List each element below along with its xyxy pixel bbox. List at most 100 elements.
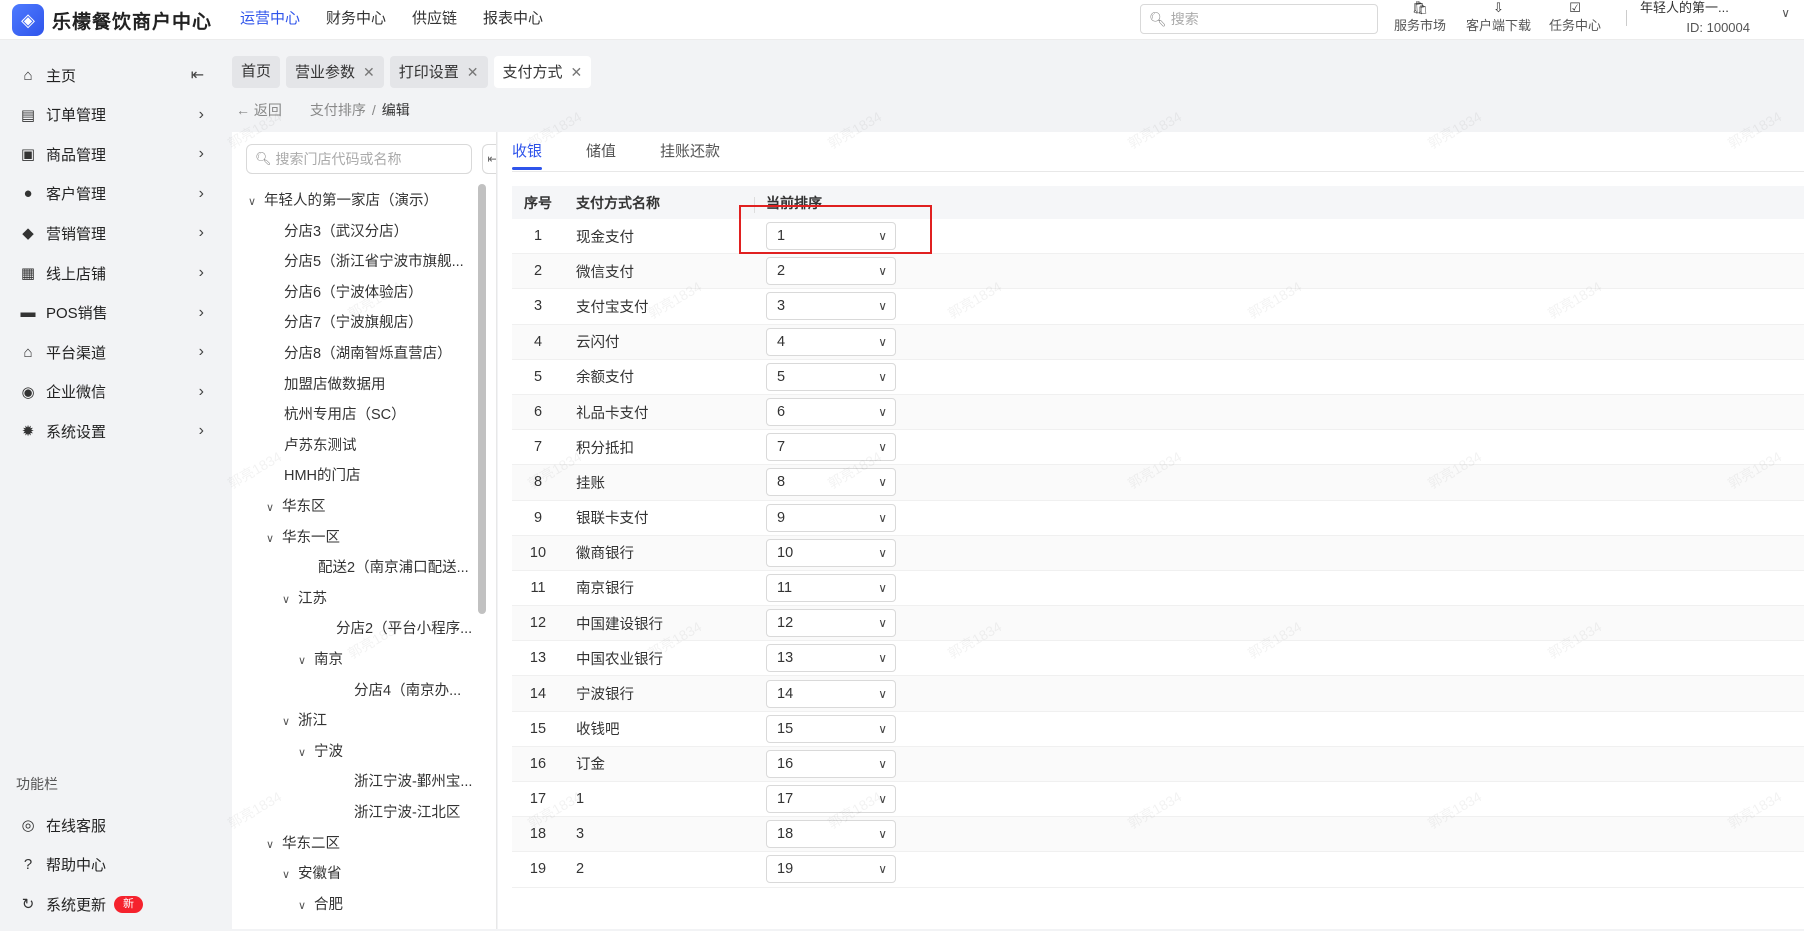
order-select[interactable]: 10 ∨ [766, 538, 896, 567]
order-select[interactable]: 18 ∨ [766, 820, 896, 849]
app-logo[interactable]: ◈ 乐檬餐饮商户中心 [12, 4, 212, 36]
close-icon[interactable]: ✕ [571, 64, 583, 80]
order-select[interactable]: 12 ∨ [766, 609, 896, 638]
tree-node[interactable]: ∨ 浙江 [282, 708, 327, 734]
chevron-down-icon[interactable]: ∨ [298, 740, 314, 766]
tree-node[interactable]: ∨ 江苏 [282, 586, 327, 612]
payment-category-tab[interactable]: 挂账还款 [660, 132, 720, 172]
tree-node[interactable]: ∨ 南京 [298, 647, 343, 673]
tree-node[interactable]: 加盟店做数据用 [284, 372, 386, 398]
tree-node[interactable]: 杭州专用店（SC） [284, 402, 406, 428]
row-index: 5 [533, 368, 543, 385]
sidebar-item[interactable]: ◆ 营销管理 › [0, 213, 220, 253]
tree-node[interactable]: 分店3（武汉分店） [284, 219, 408, 245]
tree-node[interactable]: 分店7（宁波旗舰店） [284, 310, 423, 336]
sidebar-item[interactable]: ✹ 系统设置 › [0, 411, 220, 451]
tree-node[interactable]: 分店2（平台小程序... [336, 616, 472, 642]
topnav-item[interactable]: 供应链 [412, 0, 457, 38]
chevron-right-icon: › [198, 145, 204, 163]
page-tab-label: 首页 [241, 63, 272, 80]
tree-node[interactable]: 分店6（宁波体验店） [284, 280, 423, 306]
sidebar-item[interactable]: ▦ 线上店铺 › [0, 253, 220, 293]
order-select[interactable]: 7 ∨ [766, 433, 896, 462]
global-search[interactable]: 🔍︎ [1140, 4, 1378, 34]
tree-node[interactable]: ∨ 华东一区 [266, 525, 340, 551]
tree-node[interactable]: ∨ 合肥 [298, 892, 343, 918]
tree-node[interactable]: HMH的门店 [284, 463, 361, 489]
order-select[interactable]: 5 ∨ [766, 362, 896, 391]
page-tab[interactable]: 支付方式 ✕ [493, 56, 592, 88]
toolbar-item[interactable]: 🛍 服务市场 [1394, 0, 1446, 36]
sidebar-bottom-item[interactable]: ? 帮助中心 [0, 845, 220, 885]
collapse-tree-button[interactable]: ⇤ [482, 144, 496, 174]
chevron-down-icon[interactable]: ∨ [248, 189, 264, 215]
user-menu[interactable]: 年轻人的第一... ID: 100004 ∨ [1640, 0, 1790, 40]
search-input[interactable] [1170, 11, 1371, 27]
order-select[interactable]: 8 ∨ [766, 468, 896, 497]
order-select[interactable]: 2 ∨ [766, 257, 896, 286]
tree-node[interactable]: 浙江宁波-鄞州宝... [354, 769, 472, 795]
tree-node[interactable]: ∨ 华东区 [266, 494, 326, 520]
sidebar-bottom-item[interactable]: ↻ 系统更新新 [0, 884, 220, 924]
tree-node[interactable]: 卢苏东测试 [284, 433, 357, 459]
order-select[interactable]: 1 ∨ [766, 222, 896, 251]
back-button[interactable]: ← 返回 [236, 100, 282, 120]
payment-category-tab[interactable]: 储值 [586, 132, 616, 172]
topnav-item[interactable]: 报表中心 [483, 0, 543, 38]
chevron-down-icon[interactable]: ∨ [282, 587, 298, 613]
toolbar-item[interactable]: ☑ 任务中心 [1549, 0, 1601, 36]
sidebar-bottom-item[interactable]: ◎ 在线客服 [0, 805, 220, 845]
breadcrumb-parent[interactable]: 支付排序 [310, 100, 366, 120]
close-icon[interactable]: ✕ [363, 64, 375, 80]
toolbar-item[interactable]: ⇩ 客户端下载 [1466, 0, 1531, 36]
order-select[interactable]: 9 ∨ [766, 503, 896, 532]
tree-node[interactable]: 分店4（南京办... [354, 678, 461, 704]
page-tab[interactable]: 首页 [232, 56, 281, 88]
sidebar-item[interactable]: ▣ 商品管理 › [0, 134, 220, 174]
store-search[interactable]: 🔍︎ [246, 144, 472, 174]
chevron-down-icon[interactable]: ∨ [298, 648, 314, 674]
sidebar-item[interactable]: ● 客户管理 › [0, 174, 220, 214]
order-select[interactable]: 11 ∨ [766, 573, 896, 602]
tree-node[interactable]: 配送2（南京浦口配送... [318, 555, 469, 581]
tree-node[interactable]: ∨ 宁波 [298, 739, 343, 765]
tree-node[interactable]: ∨ 年轻人的第一家店（演示） [248, 188, 438, 214]
chevron-down-icon: ∨ [878, 264, 887, 279]
chevron-down-icon[interactable]: ∨ [282, 862, 298, 888]
order-select[interactable]: 3 ∨ [766, 292, 896, 321]
page-tab[interactable]: 打印设置 ✕ [389, 56, 488, 88]
store-search-input[interactable] [275, 151, 466, 167]
tree-node[interactable]: ∨ 安徽省 [282, 861, 342, 887]
page-tab[interactable]: 营业参数 ✕ [286, 56, 384, 88]
sidebar-item[interactable]: ⌂ 平台渠道 › [0, 332, 220, 372]
order-select[interactable]: 14 ∨ [766, 679, 896, 708]
chevron-down-icon[interactable]: ∨ [298, 893, 314, 919]
order-select[interactable]: 17 ∨ [766, 785, 896, 814]
sidebar-item[interactable]: ▤ 订单管理 › [0, 95, 220, 135]
chevron-down-icon[interactable]: ∨ [266, 526, 282, 552]
order-select[interactable]: 6 ∨ [766, 398, 896, 427]
order-select[interactable]: 16 ∨ [766, 749, 896, 778]
payment-category-tab[interactable]: 收银 [512, 132, 543, 172]
order-select[interactable]: 4 ∨ [766, 327, 896, 356]
sidebar-item[interactable]: ◉ 企业微信 › [0, 372, 220, 412]
tree-node[interactable]: ∨ 华东二区 [266, 831, 340, 857]
sidebar-item-label: 订单管理 [46, 107, 107, 125]
order-select[interactable]: 13 ∨ [766, 644, 896, 673]
chevron-down-icon[interactable]: ∨ [266, 495, 282, 521]
tree-node[interactable]: 分店8（湖南智烁直营店） [284, 341, 452, 367]
order-select[interactable]: 15 ∨ [766, 714, 896, 743]
sidebar-item[interactable]: ▬ POS销售 › [0, 293, 220, 333]
tree-node[interactable]: 分店5（浙江省宁波市旗舰... [284, 249, 464, 275]
tree-scrollbar[interactable] [478, 184, 486, 614]
topnav-item[interactable]: 运营中心 [240, 0, 300, 38]
chevron-down-icon: ∨ [878, 510, 887, 525]
tree-node[interactable]: 浙江宁波-江北区 [354, 800, 460, 826]
close-icon[interactable]: ✕ [467, 64, 479, 80]
chevron-down-icon[interactable]: ∨ [266, 832, 282, 858]
sidebar-item[interactable]: ⌂ 主页 ⇤ [0, 55, 220, 95]
chevron-down-icon[interactable]: ∨ [282, 709, 298, 735]
collapse-sidebar-icon[interactable]: ⇤ [191, 65, 204, 85]
order-select[interactable]: 19 ∨ [766, 855, 896, 884]
topnav-item[interactable]: 财务中心 [326, 0, 386, 38]
